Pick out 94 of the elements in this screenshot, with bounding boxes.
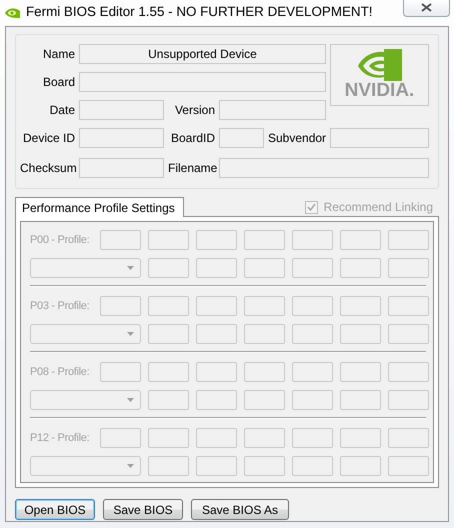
input-field[interactable]	[244, 258, 285, 278]
input-field[interactable]	[244, 296, 285, 316]
input-field[interactable]	[388, 456, 429, 476]
close-button[interactable]	[403, 0, 450, 17]
field-label: Device ID	[22, 130, 75, 145]
input-field[interactable]	[292, 390, 333, 410]
profile-label: P08 - Profile:	[30, 366, 90, 378]
field-label: Board	[42, 74, 75, 89]
input-field[interactable]	[196, 230, 237, 250]
eye-logo-icon	[358, 49, 402, 81]
input-field[interactable]	[148, 390, 189, 410]
caret-icon	[127, 332, 134, 336]
field-label: Name	[42, 46, 75, 61]
input-field[interactable]	[79, 100, 164, 120]
input-field[interactable]	[244, 428, 285, 448]
input-field[interactable]	[100, 362, 141, 382]
input-field[interactable]	[340, 456, 381, 476]
input-field[interactable]	[148, 296, 189, 316]
input-field[interactable]	[340, 324, 381, 344]
input-field[interactable]	[292, 296, 333, 316]
window-title: Fermi BIOS Editor 1.55 - NO FURTHER DEVELOPMENT!	[26, 4, 372, 18]
field-label: Version	[174, 102, 215, 117]
field-label: Subvendor	[268, 130, 326, 145]
caret-icon	[127, 266, 134, 270]
input-field[interactable]	[340, 362, 381, 382]
input-field[interactable]	[196, 428, 237, 448]
profile-label: P12 - Profile:	[30, 432, 90, 444]
input-field[interactable]	[340, 230, 381, 250]
input-field[interactable]	[244, 362, 285, 382]
input-field[interactable]	[388, 258, 429, 278]
input-field[interactable]	[340, 428, 381, 448]
close-icon	[421, 3, 432, 12]
input-field[interactable]	[219, 100, 326, 120]
dropdown[interactable]	[30, 324, 141, 344]
dropdown[interactable]	[30, 390, 141, 410]
input-field[interactable]	[244, 324, 285, 344]
input-field[interactable]	[388, 428, 429, 448]
input-field[interactable]	[244, 456, 285, 476]
input-field[interactable]	[100, 296, 141, 316]
input-field[interactable]	[292, 362, 333, 382]
input-field[interactable]: Unsupported Device	[79, 44, 326, 64]
input-field[interactable]	[148, 258, 189, 278]
button[interactable]: Open BIOS	[15, 499, 95, 520]
input-field[interactable]	[388, 362, 429, 382]
input-field[interactable]	[388, 230, 429, 250]
input-field[interactable]	[219, 158, 429, 178]
input-field[interactable]	[79, 158, 164, 178]
tab[interactable]: Performance Profile Settings	[15, 197, 184, 217]
dropdown[interactable]	[30, 258, 141, 278]
input-field[interactable]	[148, 362, 189, 382]
eye-logo-icon	[5, 8, 20, 18]
input-field[interactable]	[219, 128, 264, 148]
input-field[interactable]	[388, 296, 429, 316]
input-field[interactable]	[100, 428, 141, 448]
input-field[interactable]	[148, 456, 189, 476]
input-field[interactable]	[196, 362, 237, 382]
input-field[interactable]	[148, 230, 189, 250]
input-field[interactable]	[79, 72, 326, 92]
input-field[interactable]	[292, 230, 333, 250]
button[interactable]: Save BIOS As	[191, 499, 289, 520]
logo-text: NVIDIA.	[344, 81, 414, 101]
field-label: Filename	[168, 160, 215, 175]
input-field[interactable]	[340, 296, 381, 316]
button[interactable]: Save BIOS	[103, 499, 183, 520]
input-field[interactable]	[196, 296, 237, 316]
input-field[interactable]	[340, 390, 381, 410]
input-field[interactable]	[292, 324, 333, 344]
input-field[interactable]	[100, 230, 141, 250]
input-field[interactable]	[244, 390, 285, 410]
profile-label: P00 - Profile:	[30, 234, 90, 246]
input-field[interactable]	[79, 128, 164, 148]
caret-icon	[127, 398, 134, 402]
dropdown[interactable]	[30, 456, 141, 476]
input-field[interactable]	[292, 456, 333, 476]
input-field[interactable]	[148, 324, 189, 344]
profile-label: P03 - Profile:	[30, 300, 90, 312]
check-icon	[306, 203, 316, 211]
input-field[interactable]	[292, 428, 333, 448]
field-label: Checksum	[20, 160, 75, 175]
input-field[interactable]	[244, 230, 285, 250]
input-field[interactable]	[196, 456, 237, 476]
field-label: BoardID	[170, 130, 215, 145]
input-field[interactable]	[196, 390, 237, 410]
input-field[interactable]	[388, 390, 429, 410]
caret-icon	[127, 464, 134, 468]
input-field[interactable]	[292, 258, 333, 278]
input-field[interactable]	[388, 324, 429, 344]
input-field[interactable]	[330, 128, 429, 148]
input-field[interactable]	[148, 428, 189, 448]
input-field[interactable]	[196, 324, 237, 344]
field-label: Date	[48, 102, 75, 117]
input-field[interactable]	[196, 258, 237, 278]
checkbox-label: Recommend Linking	[324, 200, 433, 214]
input-field[interactable]	[340, 258, 381, 278]
